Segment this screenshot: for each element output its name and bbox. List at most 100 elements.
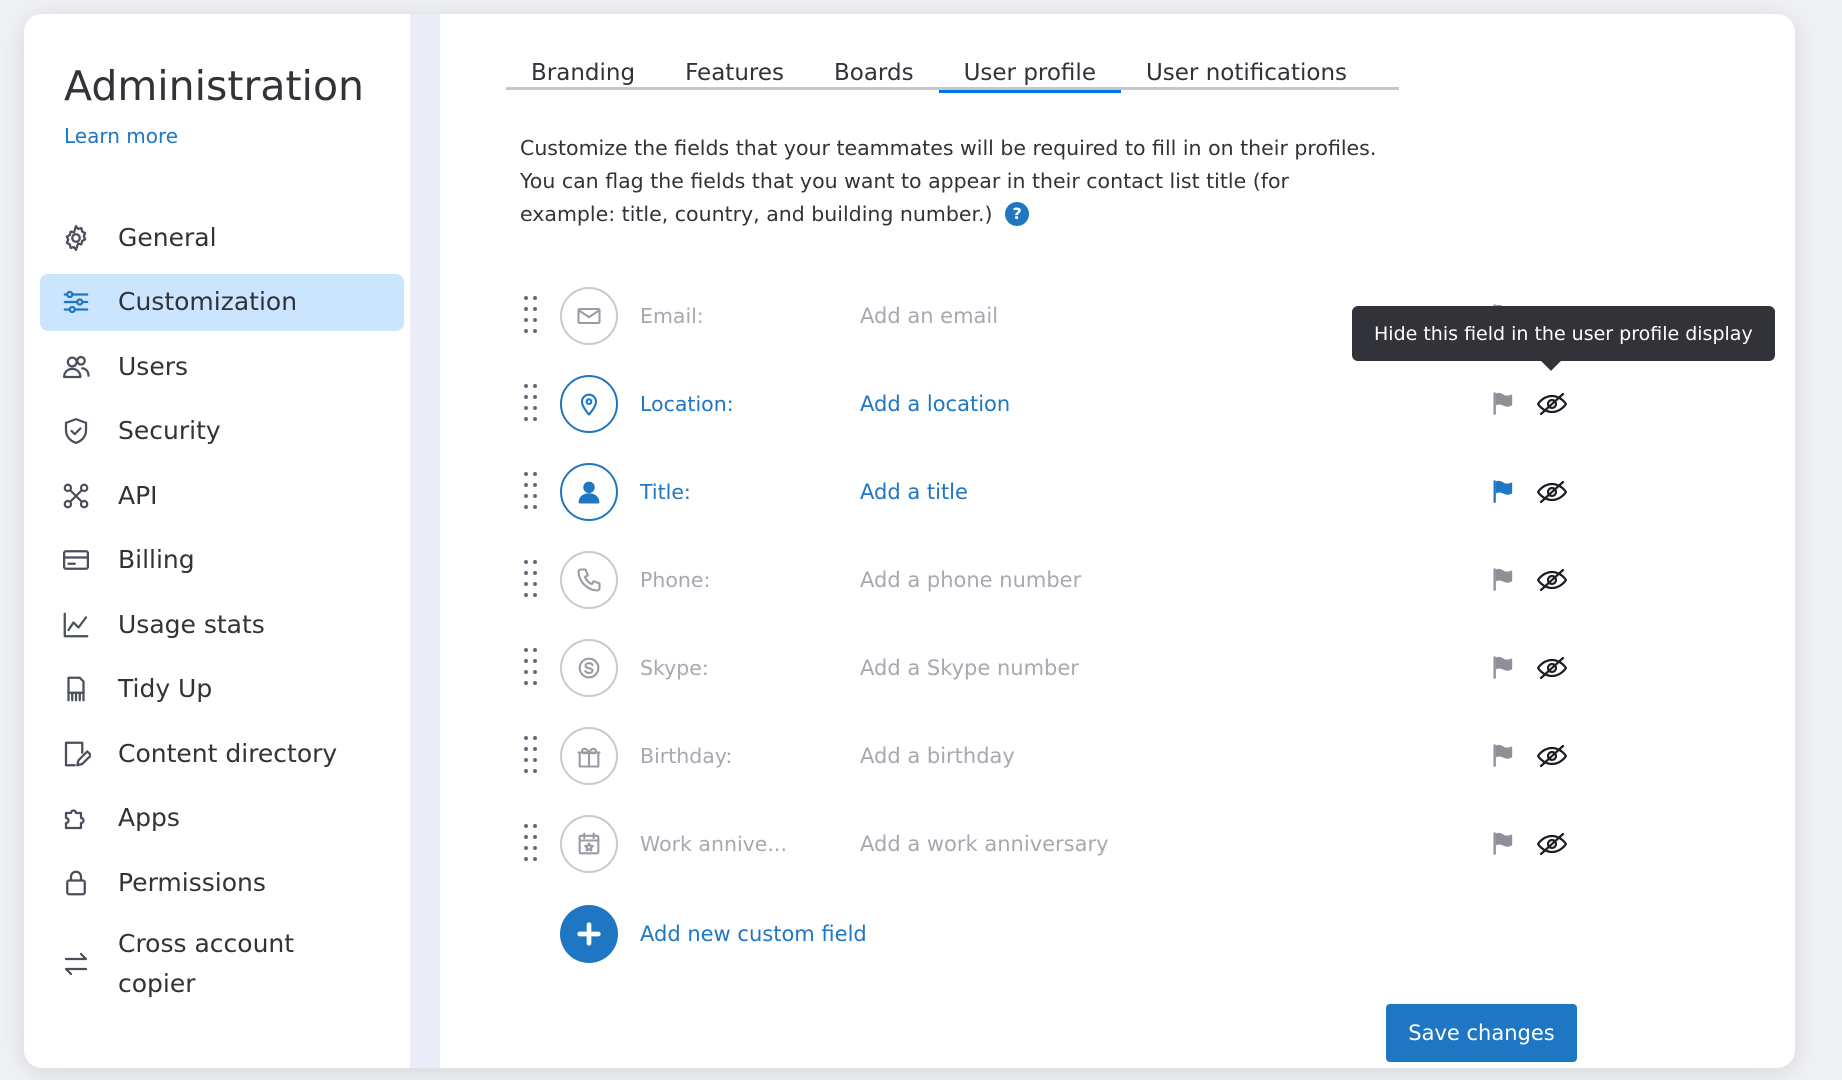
sidebar-item-label: Tidy Up: [118, 669, 212, 709]
flag-icon[interactable]: [1490, 829, 1520, 859]
gift-icon: [560, 727, 618, 785]
flag-icon[interactable]: [1490, 653, 1520, 683]
flag-icon[interactable]: [1490, 389, 1520, 419]
location-icon: [560, 375, 618, 433]
field-row-skype: Skype: Add a Skype number: [520, 624, 1600, 712]
sidebar-item-label: Permissions: [118, 863, 266, 903]
drag-handle-icon[interactable]: [524, 384, 538, 424]
eye-off-icon[interactable]: [1536, 477, 1568, 507]
users-icon: [60, 351, 92, 383]
sidebar-item-label: Cross account copier: [118, 924, 318, 1004]
sidebar-nav: General Customization Users Security: [40, 209, 404, 1016]
sidebar-item-label: Billing: [118, 540, 195, 580]
sidebar-item-label: Apps: [118, 798, 180, 838]
field-placeholder[interactable]: Add a title: [860, 480, 1490, 504]
help-icon[interactable]: ?: [1005, 202, 1029, 226]
sidebar-item-content-directory[interactable]: Content directory: [40, 725, 404, 782]
field-row-work-anniversary: Work annive... Add a work anniversary: [520, 800, 1600, 888]
sidebar-item-label: API: [118, 476, 158, 516]
tab-user-profile[interactable]: User profile: [939, 44, 1121, 90]
sidebar-item-label: Usage stats: [118, 605, 265, 645]
calendar-star-icon: [560, 815, 618, 873]
add-custom-field-row: Add new custom field: [520, 890, 1600, 978]
puzzle-icon: [60, 802, 92, 834]
field-placeholder[interactable]: Add a birthday: [860, 744, 1490, 768]
flag-icon[interactable]: [1490, 477, 1520, 507]
tab-user-notifications[interactable]: User notifications: [1121, 44, 1372, 90]
tooltip: Hide this field in the user profile disp…: [1352, 306, 1775, 361]
drag-handle-icon[interactable]: [524, 824, 538, 864]
sidebar-divider: [410, 14, 440, 1068]
field-placeholder[interactable]: Add a phone number: [860, 568, 1490, 592]
flag-icon[interactable]: [1490, 565, 1520, 595]
drag-handle-icon[interactable]: [524, 560, 538, 600]
field-name: Work annive...: [640, 832, 860, 856]
sidebar-item-users[interactable]: Users: [40, 338, 404, 395]
eye-off-icon[interactable]: [1536, 565, 1568, 595]
gear-icon: [60, 222, 92, 254]
tab-bar: Branding Features Boards User profile Us…: [506, 44, 1399, 90]
eye-off-icon[interactable]: [1536, 653, 1568, 683]
add-custom-field-button[interactable]: Add new custom field: [640, 922, 867, 946]
field-row-location: Location: Add a location: [520, 360, 1600, 448]
field-name: Birthday:: [640, 744, 860, 768]
skype-icon: [560, 639, 618, 697]
email-icon: [560, 287, 618, 345]
profile-field-list: Email: Add an email Location: Add a loca…: [520, 272, 1600, 978]
content-directory-icon: [60, 738, 92, 770]
page-title: Administration: [64, 62, 364, 110]
api-icon: [60, 480, 92, 512]
chart-icon: [60, 609, 92, 641]
arrows-icon: [60, 948, 92, 980]
tab-branding[interactable]: Branding: [506, 44, 660, 90]
field-row-birthday: Birthday: Add a birthday: [520, 712, 1600, 800]
person-icon: [560, 463, 618, 521]
sidebar-item-permissions[interactable]: Permissions: [40, 854, 404, 911]
sidebar-item-api[interactable]: API: [40, 467, 404, 524]
credit-card-icon: [60, 544, 92, 576]
sidebar-item-usage-stats[interactable]: Usage stats: [40, 596, 404, 653]
sidebar-item-label: General: [118, 218, 217, 258]
drag-handle-icon[interactable]: [524, 648, 538, 688]
learn-more-link[interactable]: Learn more: [64, 124, 178, 148]
sidebar-item-label: Customization: [118, 282, 297, 322]
sidebar: Administration Learn more General Custom…: [24, 14, 410, 1068]
drag-handle-icon[interactable]: [524, 296, 538, 336]
eye-off-icon[interactable]: [1536, 741, 1568, 771]
field-name: Skype:: [640, 656, 860, 680]
tidy-up-icon: [60, 673, 92, 705]
field-name: Phone:: [640, 568, 860, 592]
field-placeholder[interactable]: Add a Skype number: [860, 656, 1490, 680]
eye-off-icon[interactable]: [1536, 389, 1568, 419]
sidebar-item-general[interactable]: General: [40, 209, 404, 266]
save-changes-button[interactable]: Save changes: [1386, 1004, 1577, 1062]
field-name: Title:: [640, 480, 860, 504]
tab-features[interactable]: Features: [660, 44, 809, 90]
sidebar-item-apps[interactable]: Apps: [40, 790, 404, 847]
field-placeholder[interactable]: Add a work anniversary: [860, 832, 1490, 856]
plus-icon[interactable]: [560, 905, 618, 963]
sidebar-item-billing[interactable]: Billing: [40, 532, 404, 589]
tab-boards[interactable]: Boards: [809, 44, 939, 90]
sidebar-item-customization[interactable]: Customization: [40, 274, 404, 331]
field-row-title: Title: Add a title: [520, 448, 1600, 536]
main-panel: Branding Features Boards User profile Us…: [440, 14, 1795, 1068]
sidebar-item-label: Security: [118, 411, 221, 451]
field-placeholder[interactable]: Add a location: [860, 392, 1490, 416]
sidebar-item-tidy-up[interactable]: Tidy Up: [40, 661, 404, 718]
drag-handle-icon[interactable]: [524, 472, 538, 512]
sidebar-item-cross-account-copier[interactable]: Cross account copier: [40, 919, 404, 1009]
sidebar-item-label: Users: [118, 347, 188, 387]
lock-icon: [60, 867, 92, 899]
description: Customize the fields that your teammates…: [520, 132, 1380, 231]
flag-icon[interactable]: [1490, 741, 1520, 771]
eye-off-icon[interactable]: [1536, 829, 1568, 859]
drag-handle-icon[interactable]: [524, 736, 538, 776]
description-text: Customize the fields that your teammates…: [520, 136, 1376, 226]
field-name: Location:: [640, 392, 860, 416]
shield-icon: [60, 415, 92, 447]
sidebar-item-label: Content directory: [118, 734, 337, 774]
sidebar-item-security[interactable]: Security: [40, 403, 404, 460]
admin-window: Administration Learn more General Custom…: [24, 14, 1795, 1068]
sliders-icon: [60, 286, 92, 318]
